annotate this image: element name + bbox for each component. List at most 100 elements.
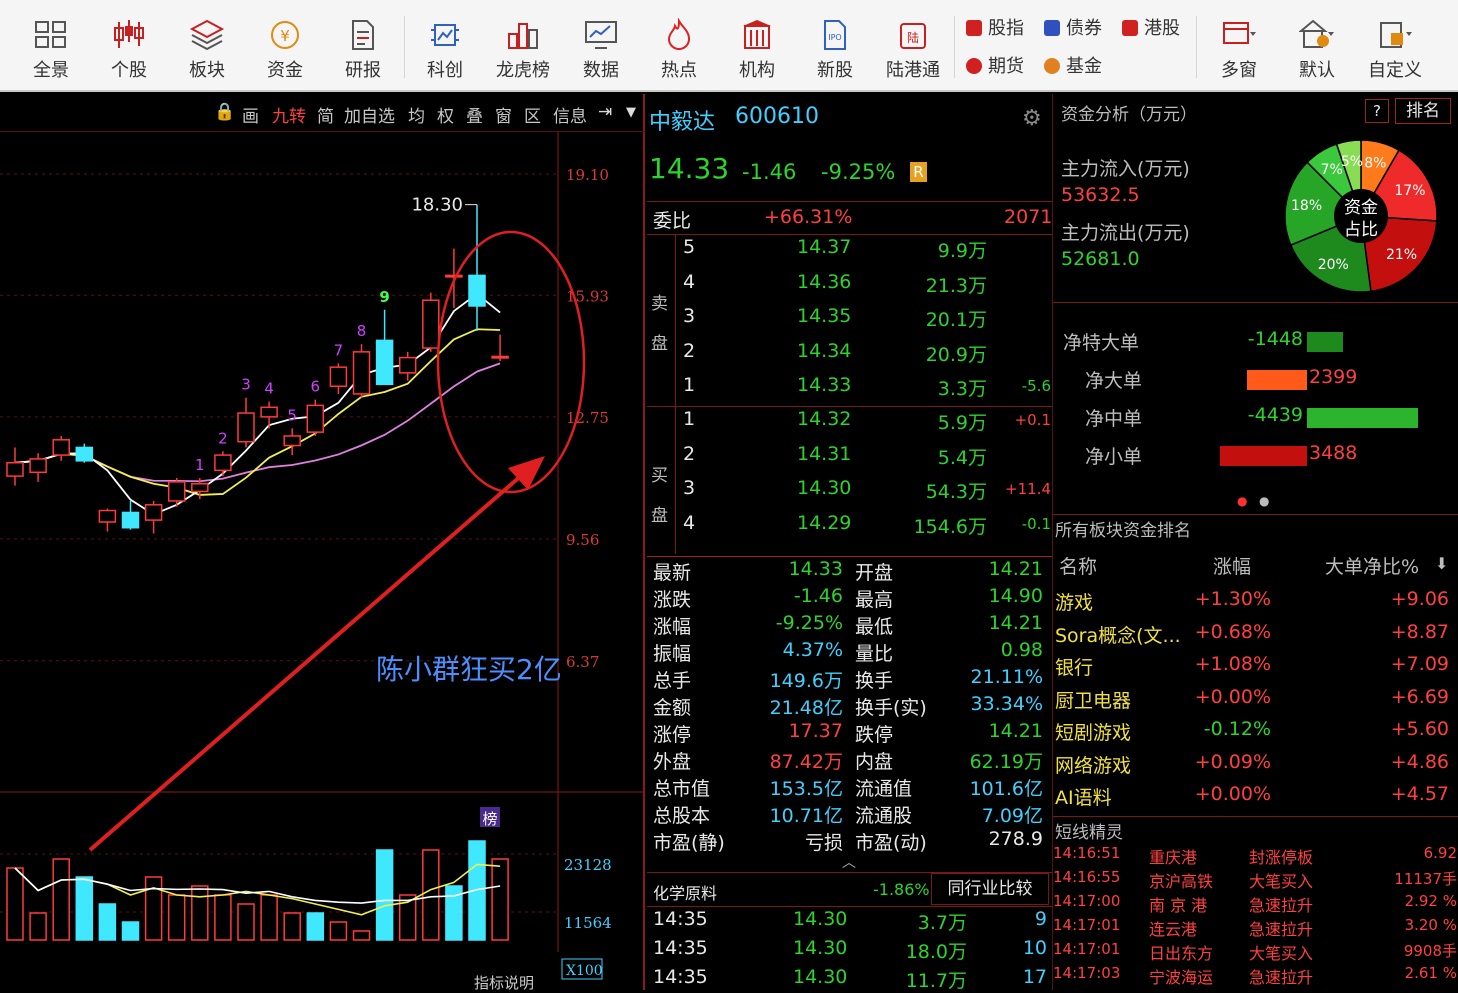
candle-body[interactable] <box>283 435 301 447</box>
toolbar-link-futures[interactable]: 期货 <box>966 54 1024 80</box>
sprite-stock[interactable]: 南 京 港 <box>1149 892 1207 916</box>
toolbar-btn-research[interactable]: 研报 <box>324 10 402 86</box>
chart-tool-ma[interactable]: 均 <box>408 102 425 127</box>
sprite-stock[interactable]: 连云港 <box>1149 916 1197 940</box>
sprite-stock[interactable]: 日出东方 <box>1149 940 1213 964</box>
sector-name[interactable]: AI语料 <box>1055 783 1183 810</box>
sector-name[interactable]: 厨卫电器 <box>1055 686 1183 713</box>
toolbar-btn-default[interactable]: 默认 <box>1278 10 1356 86</box>
toolbar-btn-hotspot[interactable]: 热点 <box>640 10 718 86</box>
toolbar-btn-data[interactable]: 数据 <box>562 10 640 86</box>
toolbar-btn-fund[interactable]: ¥ 资金 <box>246 10 324 86</box>
candle-body[interactable] <box>29 458 47 474</box>
stat-label: 涨幅 <box>653 616 692 638</box>
candle-body[interactable] <box>375 339 394 386</box>
toolbar-link-index[interactable]: 股指 <box>966 16 1024 42</box>
candle-body[interactable] <box>352 351 371 395</box>
net-flow-label: 净中单 <box>1085 408 1143 430</box>
sector-name[interactable]: 网络游戏 <box>1055 751 1183 778</box>
candle-body[interactable] <box>491 355 509 359</box>
collapse-chevron-icon[interactable]: ︿ <box>842 852 856 872</box>
chevron-down-icon[interactable]: ▼ <box>626 105 636 120</box>
toolbar-btn-overview[interactable]: 全景 <box>12 10 90 86</box>
ask-price[interactable]: 14.36 <box>797 271 851 293</box>
sector-ratio: +5.60 <box>1390 718 1449 740</box>
r-badge[interactable]: R <box>910 162 927 182</box>
rank-button[interactable]: 排名 <box>1395 98 1451 124</box>
candle-body[interactable] <box>260 406 278 418</box>
stat-label: 外盘 <box>653 751 692 773</box>
lock-icon[interactable]: 🔒 <box>214 102 235 122</box>
toolbar-btn-multi-window[interactable]: 多窗 <box>1200 10 1278 86</box>
candle-body[interactable] <box>52 439 70 456</box>
expand-arrow-icon[interactable]: ⇥ <box>598 102 612 122</box>
toolbar-btn-sector[interactable]: 板块 <box>168 10 246 86</box>
candle-body[interactable] <box>191 483 209 493</box>
sector-name[interactable]: 短剧游戏 <box>1055 718 1183 745</box>
chart-tool-rights[interactable]: 权 <box>437 102 454 127</box>
help-button[interactable]: ? <box>1365 99 1389 123</box>
candle-body[interactable] <box>75 446 94 462</box>
chart-tool-draw[interactable]: 画 <box>242 102 259 127</box>
sprite-stock[interactable]: 宁波海运 <box>1149 964 1213 988</box>
sort-down-icon[interactable]: ⬇ <box>1435 554 1448 573</box>
ask-price[interactable]: 14.37 <box>797 236 851 258</box>
page-dot[interactable]: ● <box>1259 494 1269 508</box>
candle-body[interactable] <box>98 509 117 523</box>
industry-name[interactable]: 化学原料 <box>653 880 717 904</box>
ask-price[interactable]: 14.33 <box>797 374 851 396</box>
stat-value: 亏损 <box>804 832 843 854</box>
col-header-pct[interactable]: 涨幅 <box>1213 552 1251 579</box>
sprite-stock[interactable]: 京沪高铁 <box>1149 868 1213 892</box>
chart-tool-info[interactable]: 信息 <box>553 102 587 127</box>
toolbar-btn-stock[interactable]: 个股 <box>90 10 168 86</box>
bid-price[interactable]: 14.30 <box>797 477 851 499</box>
sprite-stock[interactable]: 重庆港 <box>1149 844 1197 868</box>
chart-tool-range[interactable]: 区 <box>524 102 541 127</box>
chart-tool-add-watch[interactable]: 加自选 <box>344 102 395 127</box>
chart-tool-overlay[interactable]: 叠 <box>466 102 483 127</box>
chart-tool-simple[interactable]: 简 <box>317 102 334 127</box>
toolbar-link-bond[interactable]: 债券 <box>1044 16 1102 42</box>
pie-slice-label: 5% <box>1341 154 1363 170</box>
candle-body[interactable] <box>468 274 486 307</box>
ask-price[interactable]: 14.35 <box>797 305 851 327</box>
sector-name[interactable]: 游戏 <box>1055 588 1183 615</box>
chart-tool-td9[interactable]: 九转 <box>272 102 306 127</box>
gear-icon[interactable]: ⚙ <box>1022 106 1042 131</box>
toolbar-link-fund[interactable]: 基金 <box>1044 54 1102 80</box>
toolbar-btn-ipo[interactable]: IPO 新股 <box>796 10 874 86</box>
compare-industry-button[interactable]: 同行业比较 <box>931 873 1049 905</box>
ask-price[interactable]: 14.34 <box>797 340 851 362</box>
candle-body[interactable] <box>237 412 255 443</box>
bid-price[interactable]: 14.32 <box>797 408 851 430</box>
chart-tool-window[interactable]: 窗 <box>495 102 512 127</box>
sector-name[interactable]: Sora概念(文... <box>1055 621 1183 648</box>
sector-name[interactable]: 银行 <box>1055 653 1183 680</box>
candle-body[interactable] <box>214 454 232 472</box>
page-dot-active[interactable]: ● <box>1237 494 1247 508</box>
indicator-help-link[interactable]: 指标说明 <box>474 974 534 990</box>
bid-price[interactable]: 14.29 <box>797 512 851 534</box>
candle-body[interactable] <box>445 274 463 278</box>
stock-name: 中毅达 <box>649 110 716 135</box>
toolbar-btn-hk-connect[interactable]: 陆 陆港通 <box>874 10 952 86</box>
toolbar-btn-star[interactable]: 科创 <box>406 10 484 86</box>
toolbar-btn-custom[interactable]: 自定义 <box>1356 10 1434 86</box>
candle-body[interactable] <box>6 461 24 477</box>
candle-body[interactable] <box>306 404 325 433</box>
volume-bar <box>29 912 47 941</box>
toolbar-btn-dragon-tiger[interactable]: 龙虎榜 <box>484 10 562 86</box>
candle-body[interactable] <box>422 299 440 349</box>
candle-body[interactable] <box>167 481 186 502</box>
toolbar-link-hk[interactable]: 港股 <box>1122 16 1180 42</box>
volume-bar <box>375 849 394 941</box>
col-header-name[interactable]: 名称 <box>1059 552 1097 579</box>
candle-body[interactable] <box>144 504 163 521</box>
bid-price[interactable]: 14.31 <box>797 443 851 465</box>
candle-body[interactable] <box>121 511 140 529</box>
candle-body[interactable] <box>398 356 417 374</box>
col-header-ratio[interactable]: 大单净比% <box>1325 552 1419 579</box>
candle-body[interactable] <box>329 366 348 388</box>
toolbar-btn-institution[interactable]: 机构 <box>718 10 796 86</box>
